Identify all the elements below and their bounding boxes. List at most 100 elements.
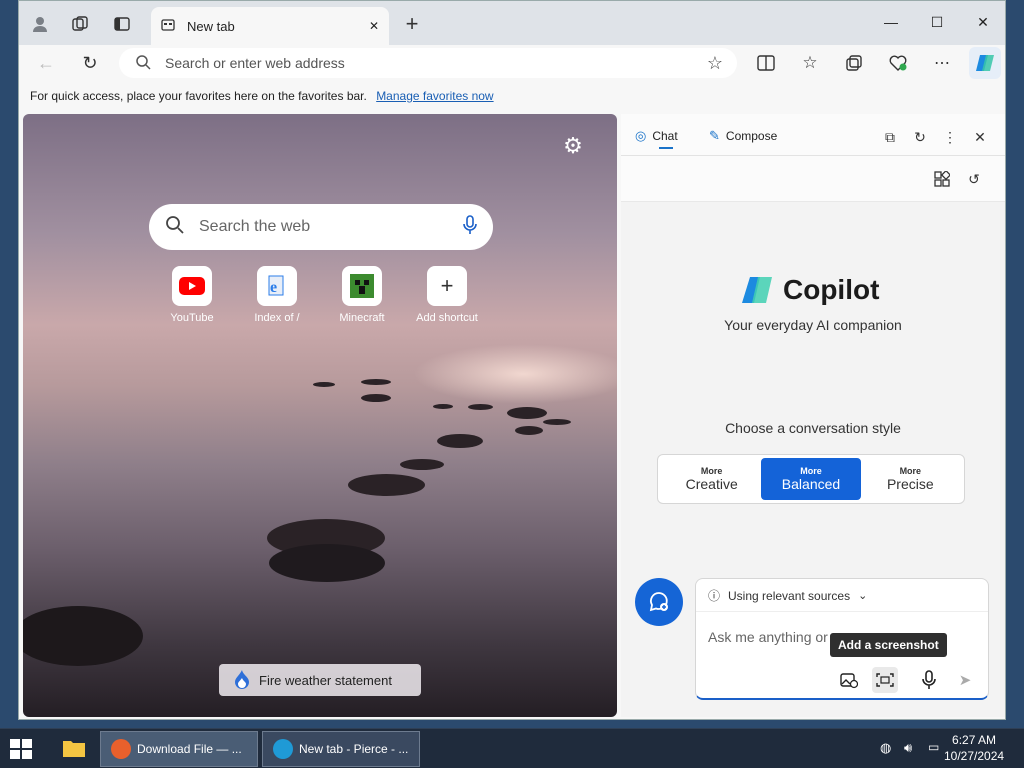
chat-input-placeholder[interactable]: Ask me anything or — [708, 629, 828, 645]
minimize-button[interactable]: — — [876, 11, 906, 33]
new-tab-button[interactable]: + — [399, 11, 425, 37]
tab-compose[interactable]: ✎ Compose — [709, 128, 777, 144]
vertical-tabs-icon[interactable] — [109, 11, 135, 37]
compose-icon: ✎ — [709, 128, 720, 143]
tooltip: Add a screenshot — [830, 633, 947, 657]
divider — [696, 611, 988, 612]
close-window-button[interactable]: ✕ — [968, 11, 998, 33]
browser-essentials-icon[interactable] — [885, 50, 911, 76]
microphone-icon[interactable] — [916, 667, 942, 693]
tab-bar: New tab ✕ + — ☐ ✕ — [19, 1, 1005, 45]
address-bar[interactable]: Search or enter web address ☆ — [119, 48, 737, 78]
fire-weather-label: Fire weather statement — [259, 672, 392, 688]
refresh-icon[interactable]: ↻ — [77, 50, 103, 76]
stone — [437, 434, 483, 448]
svg-text:e: e — [270, 279, 277, 296]
chevron-down-icon: ⌄ — [858, 590, 868, 602]
favorite-star-icon[interactable]: ☆ — [707, 53, 723, 74]
shortcut-youtube[interactable]: YouTube — [157, 266, 227, 324]
file-explorer-icon[interactable] — [62, 738, 88, 760]
shortcut-minecraft[interactable]: Minecraft — [327, 266, 397, 324]
stone — [23, 606, 143, 666]
sources-dropdown[interactable]: ⓘ Using relevant sources ⌄ — [708, 587, 867, 604]
style-precise[interactable]: More Precise — [861, 458, 960, 500]
style-more-label: More — [899, 466, 922, 476]
send-icon[interactable]: ➤ — [952, 667, 978, 693]
active-tab-indicator — [659, 147, 673, 149]
open-in-new-window-icon[interactable]: ⧉ — [879, 126, 901, 148]
horizon-glow — [413, 344, 617, 404]
split-screen-icon[interactable] — [753, 50, 779, 76]
choose-style-heading: Choose a conversation style — [725, 420, 901, 436]
clock-time: 6:27 AM — [952, 733, 997, 747]
stone — [269, 544, 385, 582]
style-balanced[interactable]: More Balanced — [761, 458, 861, 500]
style-name: Precise — [886, 476, 934, 492]
web-search-box[interactable]: Search the web — [149, 204, 493, 250]
stone — [543, 419, 571, 425]
style-name: Creative — [685, 476, 738, 492]
shortcut-index[interactable]: e Index of / — [242, 266, 312, 324]
workspaces-icon[interactable] — [67, 11, 93, 37]
style-creative[interactable]: More Creative — [662, 458, 761, 500]
profile-icon[interactable] — [27, 11, 53, 37]
shortcut-label: YouTube — [170, 312, 214, 324]
more-options-icon[interactable]: ⋯ — [929, 50, 955, 76]
network-globe-icon[interactable]: ◍ — [880, 740, 891, 756]
copilot-subtitle: Your everyday AI companion — [724, 317, 902, 333]
page-settings-gear-icon[interactable]: ⚙ — [561, 134, 585, 158]
address-placeholder: Search or enter web address — [165, 55, 345, 71]
search-icon — [165, 215, 185, 240]
more-options-icon[interactable]: ⋮ — [939, 126, 961, 148]
stone — [433, 404, 453, 409]
refresh-icon[interactable]: ↻ — [909, 126, 931, 148]
network-icon[interactable]: ▭ — [928, 740, 939, 754]
fire-weather-button[interactable]: Fire weather statement — [219, 664, 421, 696]
tab-compose-label: Compose — [725, 129, 778, 143]
clock[interactable]: 6:27 AM 10/27/2024 — [944, 732, 1004, 764]
taskbar-button-download[interactable]: Download File — ... — [100, 731, 258, 767]
info-icon: ⓘ — [708, 589, 721, 603]
windows-start-icon[interactable] — [10, 739, 32, 759]
new-topic-button[interactable] — [635, 578, 683, 626]
taskbar-button-newtab[interactable]: New tab - Pierce - ... — [262, 731, 420, 767]
copilot-logo-icon — [742, 277, 772, 303]
stone — [361, 379, 391, 385]
microphone-icon[interactable] — [463, 214, 477, 240]
conversation-style-selector: More Creative More Balanced More Precise — [657, 454, 965, 504]
favorites-bar: For quick access, place your favorites h… — [19, 81, 1005, 109]
taskbar: Download File — ... New tab - Pierce - .… — [0, 728, 1024, 768]
maximize-button[interactable]: ☐ — [922, 11, 952, 33]
manage-favorites-link[interactable]: Manage favorites now — [376, 89, 493, 103]
firefox-icon — [111, 739, 131, 759]
favorites-icon[interactable]: ☆ — [797, 50, 823, 76]
taskbar-button-label: New tab - Pierce - ... — [299, 742, 409, 756]
toolbar: ← ↻ Search or enter web address ☆ ☆ ⋯ — [19, 45, 1005, 81]
back-icon[interactable]: ← — [33, 50, 59, 76]
internet-explorer-icon: e — [257, 266, 297, 306]
close-tab-icon[interactable]: ✕ — [369, 19, 379, 33]
shortcut-add[interactable]: + Add shortcut — [412, 266, 482, 324]
stone — [507, 407, 547, 419]
chat-icon: ◎ — [635, 128, 647, 143]
screenshot-icon[interactable] — [872, 667, 898, 693]
copilot-icon[interactable] — [969, 47, 1001, 79]
plugins-icon[interactable] — [931, 168, 953, 190]
tab-new-tab[interactable]: New tab ✕ — [151, 7, 389, 45]
shortcut-label: Minecraft — [339, 312, 385, 324]
volume-icon[interactable]: 🔊︎ — [904, 740, 912, 756]
shortcut-label: Index of / — [254, 312, 300, 324]
history-icon[interactable]: ↺ — [963, 168, 985, 190]
youtube-icon — [172, 266, 212, 306]
close-sidebar-icon[interactable]: ✕ — [969, 126, 991, 148]
chat-input-box[interactable]: ⓘ Using relevant sources ⌄ Ask me anythi… — [695, 578, 989, 700]
browser-window: New tab ✕ + — ☐ ✕ ← ↻ Search or enter we… — [18, 0, 1006, 720]
style-name: Balanced — [781, 476, 841, 492]
shortcut-label: Add shortcut — [416, 312, 478, 324]
add-image-icon[interactable] — [836, 667, 862, 693]
sources-label: Using relevant sources — [728, 588, 851, 603]
collections-icon[interactable] — [841, 50, 867, 76]
tab-chat[interactable]: ◎ Chat — [635, 128, 678, 144]
stone — [348, 474, 425, 496]
copilot-sidebar: ◎ Chat ✎ Compose ⧉ ↻ ⋮ ✕ ↺ Copilot Your … — [621, 114, 1005, 717]
